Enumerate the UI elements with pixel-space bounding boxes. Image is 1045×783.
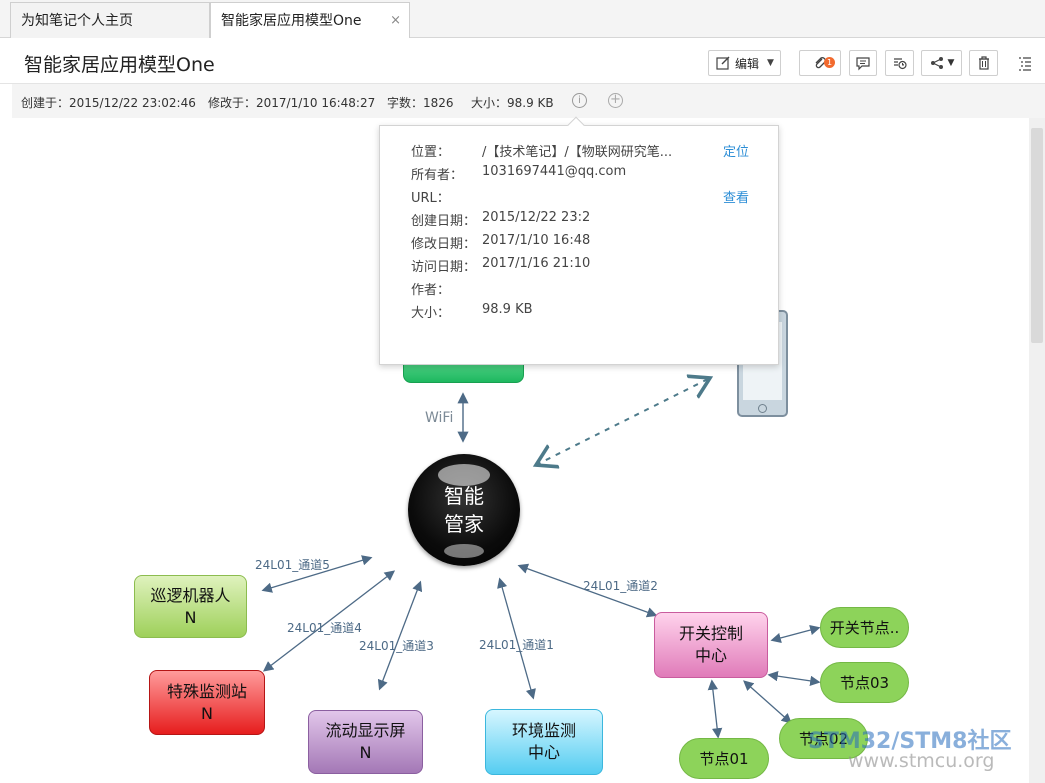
node01-pill: 节点01 [679,738,769,779]
popup-label: 所有者： [411,168,464,183]
hub-line1: 智能 [444,484,484,508]
popup-label: 修改日期： [411,237,477,252]
popup-label: 位置： [411,145,451,160]
mobile-display-node: 流动显示屏 N [308,710,423,774]
node-label: 特殊监测站 [166,681,247,701]
node-count: N [359,743,372,762]
edge-switch-p4 [707,679,723,739]
env-monitor-node: 环境监测 中心 [485,709,603,775]
node-label: 环境监测 [511,721,576,740]
popup-value: 98.9 KB [482,302,533,317]
popup-label: 创建日期： [411,214,477,229]
view-url-link[interactable]: 查看 [723,187,749,206]
edge-switch-p1 [770,624,821,644]
edge-switch-p2 [767,670,821,687]
popup-value: 2017/1/16 21:10 [482,256,591,271]
popup-label: 大小： [411,306,451,321]
popup-value: 2015/12/22 23:2 [482,210,591,225]
popup-value: 1031697441@qq.com [482,164,627,179]
vertical-scrollbar[interactable] [1029,118,1045,783]
wifi-label: WiFi [425,410,454,426]
watermark-url: www.stmcu.org [848,750,995,772]
node-count: N [201,703,213,723]
node-label-2: 中心 [694,646,727,665]
edge-label: 24L01_通道1 [479,638,554,652]
scrollbar-thumb[interactable] [1031,128,1043,343]
edge-switch-p3 [743,680,792,724]
locate-link[interactable]: 定位 [723,141,749,160]
phone-connector [536,378,710,465]
node-label: 流动显示屏 [325,721,406,740]
edge-label: 24L01_通道5 [255,558,330,572]
note-info-popup: 位置： /【技术笔记】/【物联网研究笔... 所有者： 1031697441@q… [379,116,779,365]
special-station-node: 特殊监测站 N [149,670,265,735]
node-count: N [184,607,197,627]
smart-butler-hub: 智能 管家 [408,454,520,566]
popup-label: 作者： [411,283,451,298]
switch-control-node: 开关控制 中心 [654,612,768,678]
node-label: 巡逻机器人 [150,585,231,605]
edge-label: 24L01_通道3 [359,639,434,653]
patrol-robot-node: 巡逻机器人 N [134,575,247,638]
popup-value: 2017/1/10 16:48 [482,233,591,248]
edge-channel3 [377,580,423,691]
popup-label: 访问日期： [411,260,477,275]
switch-node-pill: 开关节点.. [820,607,909,648]
popup-label: URL： [411,191,450,206]
popup-value: /【技术笔记】/【物联网研究笔... [482,145,673,160]
node-label: 开关控制 [678,624,743,643]
node03-pill: 节点03 [820,662,909,703]
node-label-2: 中心 [527,743,560,762]
edge-label: 24L01_通道4 [287,621,362,635]
hub-line2: 管家 [444,512,484,536]
edge-label: 24L01_通道2 [583,579,658,593]
